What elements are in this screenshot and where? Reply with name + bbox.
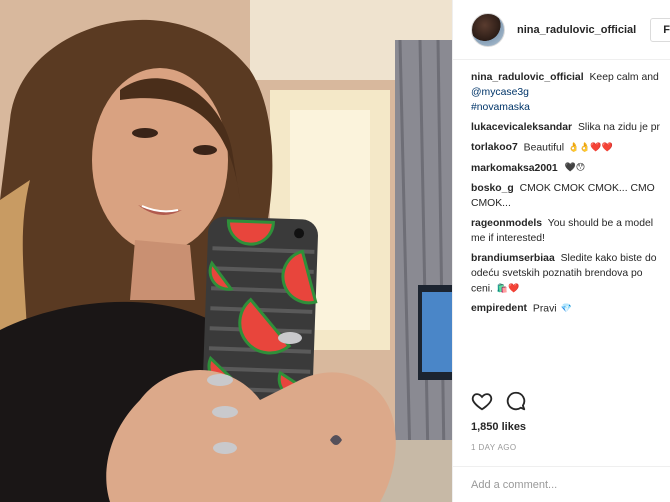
- post-header: nina_radulovic_official Fol: [453, 0, 670, 60]
- comment-emoji: 🛍️❤️: [496, 282, 520, 293]
- timestamp: 1 DAY AGO: [471, 443, 517, 452]
- username-link[interactable]: nina_radulovic_official: [517, 24, 636, 36]
- comment: empiredent Pravi 💎: [471, 301, 670, 316]
- comment-emoji: 💎: [560, 302, 572, 313]
- comment-text: Sledite kako biste do: [560, 252, 657, 264]
- selfie-illustration: [0, 0, 452, 502]
- caption-mention[interactable]: @mycase3g: [471, 85, 670, 100]
- comment: lukacevicaleksandar Slika na zidu je pr: [471, 120, 670, 135]
- comment-emoji: 🖤😯: [564, 162, 586, 173]
- comment-text: Beautiful: [523, 142, 565, 154]
- comment: rageonmodels You should be a model me if…: [471, 216, 670, 246]
- caption-hashtag[interactable]: #novamaska: [471, 100, 670, 115]
- comment-text: You should be a model: [547, 217, 654, 229]
- comment-text-continued: odeću svetskih poznatih brendova po: [471, 267, 643, 279]
- post-side-panel: nina_radulovic_official Fol nina_radulov…: [452, 0, 670, 502]
- comment-icon[interactable]: [505, 390, 527, 412]
- comment: brandiumserbiaa Sledite kako biste do od…: [471, 251, 670, 296]
- comment-username[interactable]: lukacevicaleksandar: [471, 122, 572, 133]
- follow-button[interactable]: Fol: [650, 17, 670, 42]
- caption: nina_radulovic_official Keep calm and @m…: [471, 70, 670, 115]
- comment-emoji: 👌👌❤️❤️: [568, 142, 613, 152]
- comment-username[interactable]: brandiumserbiaa: [471, 253, 555, 264]
- post-actions: [471, 390, 527, 412]
- comment-text-continued: ceni.: [471, 282, 493, 294]
- comment-text: Slika na zidu je pr: [577, 122, 660, 133]
- comment-username[interactable]: empiredent: [471, 303, 527, 314]
- post-photo[interactable]: [0, 0, 452, 502]
- comments-list: nina_radulovic_official Keep calm and @m…: [453, 60, 670, 316]
- comment-username[interactable]: bosko_g: [471, 183, 514, 194]
- comment: markomaksa2001 🖤😯: [471, 160, 670, 175]
- likes-count[interactable]: 1,850 likes: [471, 421, 526, 433]
- comment: torlakoo7 Beautiful 👌👌❤️❤️: [471, 140, 670, 155]
- caption-text: Keep calm and: [589, 72, 659, 83]
- comment-username[interactable]: torlakoo7: [471, 142, 518, 153]
- add-comment-bar: [453, 466, 670, 502]
- comment: bosko_g CMOK CMOK CMOK... CMO CMOK...: [471, 181, 670, 211]
- caption-username[interactable]: nina_radulovic_official: [471, 72, 584, 83]
- comment-text-continued: CMOK...: [471, 197, 511, 209]
- add-comment-input[interactable]: [471, 478, 653, 491]
- comment-text: CMOK CMOK CMOK... CMO: [519, 182, 655, 194]
- comment-text-continued: me if interested!: [471, 232, 545, 244]
- avatar[interactable]: [471, 12, 505, 47]
- heart-icon[interactable]: [471, 390, 493, 412]
- comment-text: Pravi: [532, 303, 557, 314]
- comment-username[interactable]: markomaksa2001: [471, 163, 558, 174]
- comment-username[interactable]: rageonmodels: [471, 218, 542, 229]
